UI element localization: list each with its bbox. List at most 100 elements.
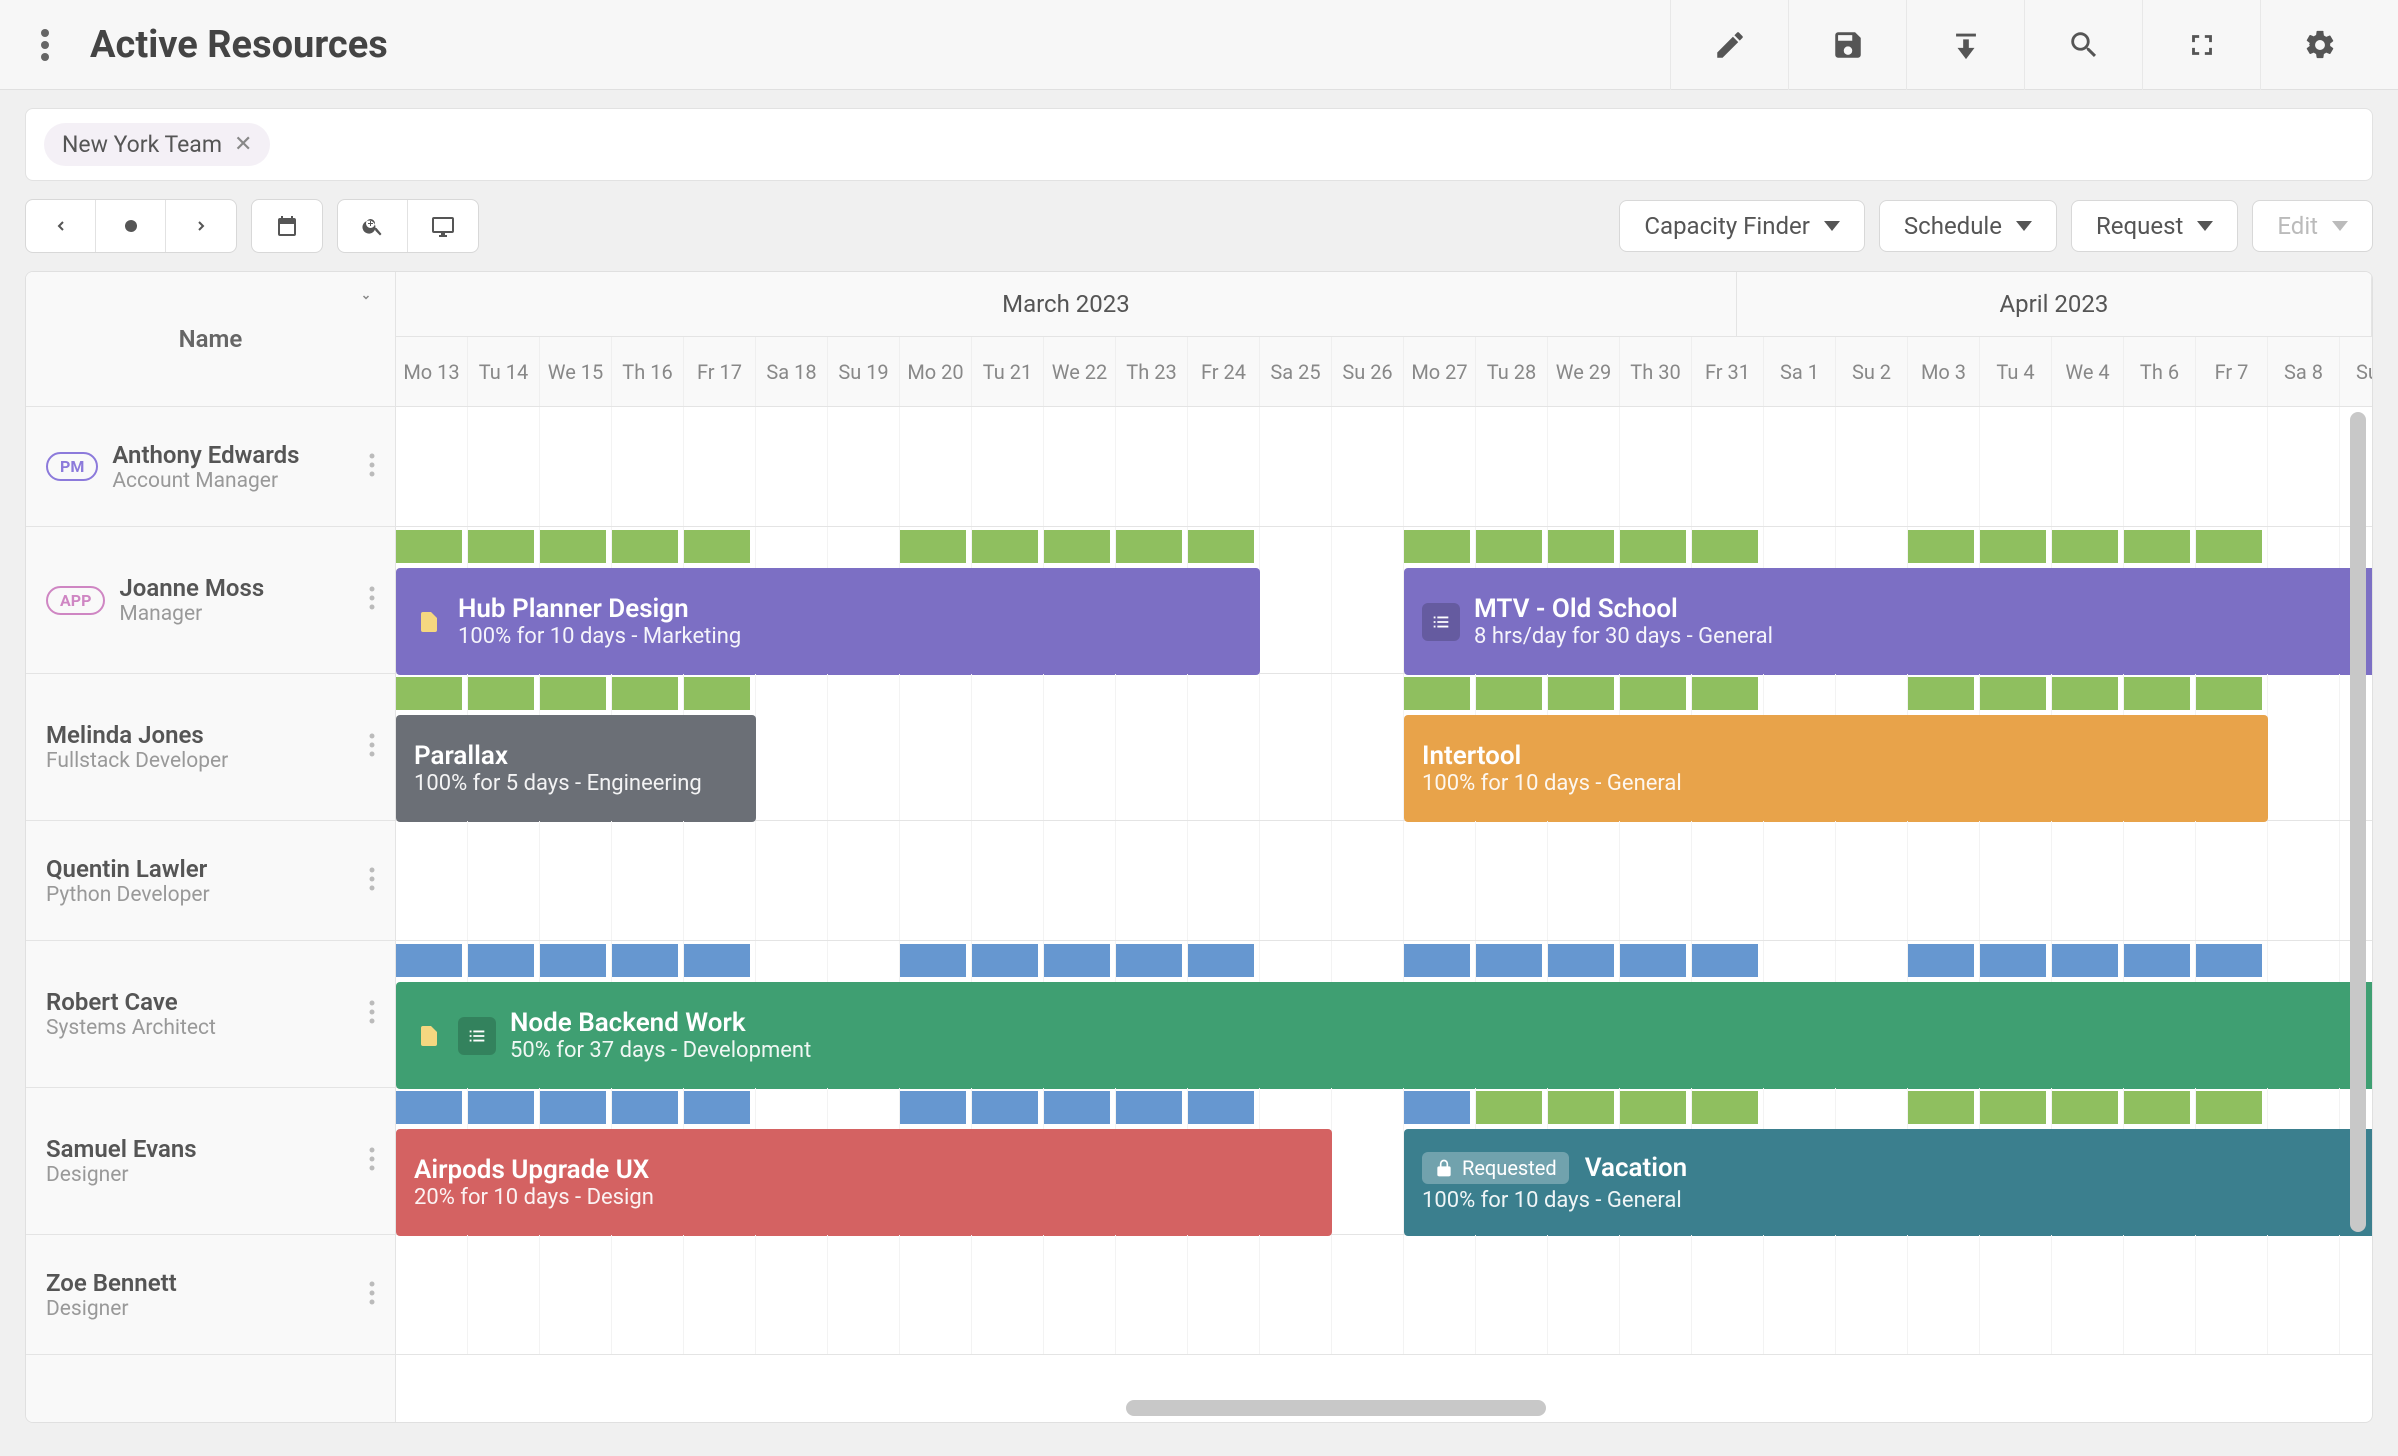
resource-row[interactable]: APPJoanne MossManager (26, 527, 395, 674)
today-button[interactable] (96, 200, 166, 252)
gear-icon[interactable] (2260, 0, 2378, 90)
booking-subtitle: 50% for 37 days - Development (510, 1038, 811, 1063)
resource-name: Quentin Lawler (46, 855, 355, 883)
timeline-row: Airpods Upgrade UX20% for 10 days - Desi… (396, 1088, 2372, 1235)
horizontal-scrollbar[interactable] (396, 1400, 2354, 1416)
day-header-cell: Su 2 (1836, 337, 1908, 406)
schedule-button[interactable]: Schedule (1879, 200, 2057, 252)
resource-row[interactable]: Samuel EvansDesigner (26, 1088, 395, 1235)
request-button[interactable]: Request (2071, 200, 2238, 252)
timeline-row (396, 407, 2372, 527)
availability-bar (1404, 1091, 1470, 1124)
day-header-cell: Su 19 (828, 337, 900, 406)
booking-block[interactable]: Node Backend Work50% for 37 days - Devel… (396, 982, 2372, 1089)
day-header-cell: Mo 3 (1908, 337, 1980, 406)
resource-row[interactable]: Quentin LawlerPython Developer (26, 821, 395, 941)
compose-icon[interactable] (1670, 0, 1788, 90)
row-menu-icon[interactable] (369, 867, 375, 895)
month-header-cell: April 2023 (1737, 272, 2372, 336)
row-menu-icon[interactable] (369, 733, 375, 761)
column-menu-icon[interactable] (357, 288, 375, 307)
booking-title: Vacation (1585, 1153, 1688, 1183)
availability-bar (1908, 944, 2262, 977)
timeline-row: Hub Planner Design100% for 10 days - Mar… (396, 527, 2372, 674)
resource-role: Designer (46, 1297, 355, 1321)
timeline-row (396, 1235, 2372, 1355)
capacity-finder-button[interactable]: Capacity Finder (1619, 200, 1865, 252)
booking-subtitle: 100% for 10 days - Marketing (458, 624, 741, 649)
booking-block[interactable]: Hub Planner Design100% for 10 days - Mar… (396, 568, 1260, 675)
booking-subtitle: 100% for 10 days - General (1422, 1188, 1687, 1213)
booking-block[interactable]: Requested Vacation 100% for 10 days - Gene… (1404, 1129, 2372, 1236)
resource-badge: PM (46, 452, 98, 481)
availability-bar (396, 944, 750, 977)
day-header-cell: Fr 17 (684, 337, 756, 406)
day-header-cell: Th 30 (1620, 337, 1692, 406)
row-menu-icon[interactable] (369, 1147, 375, 1175)
prev-button[interactable] (26, 200, 96, 252)
day-header-cell: Tu 21 (972, 337, 1044, 406)
resource-name: Joanne Moss (119, 574, 355, 602)
row-menu-icon[interactable] (369, 453, 375, 481)
booking-title: Node Backend Work (510, 1008, 811, 1038)
resource-row[interactable]: PMAnthony EdwardsAccount Manager (26, 407, 395, 527)
day-header-cell: Th 16 (612, 337, 684, 406)
availability-bar (396, 530, 750, 563)
fullscreen-icon[interactable] (2142, 0, 2260, 90)
save-icon[interactable] (1788, 0, 1906, 90)
vertical-scrollbar[interactable] (2350, 412, 2366, 1372)
resource-name: Samuel Evans (46, 1135, 355, 1163)
search-icon[interactable] (2024, 0, 2142, 90)
filter-chip[interactable]: New York Team ✕ (44, 123, 270, 166)
timeline-row: Parallax100% for 5 days - Engineering Int… (396, 674, 2372, 821)
resource-role: Systems Architect (46, 1016, 355, 1040)
download-icon[interactable] (1906, 0, 2024, 90)
availability-bar (396, 1091, 750, 1124)
availability-bar (900, 1091, 1254, 1124)
chevron-down-icon (2016, 221, 2032, 231)
booking-block[interactable]: Parallax100% for 5 days - Engineering (396, 715, 756, 822)
row-menu-icon[interactable] (369, 586, 375, 614)
display-icon[interactable] (408, 200, 478, 252)
chevron-down-icon (1824, 221, 1840, 231)
resource-badge: APP (46, 586, 105, 615)
requested-badge: Requested (1422, 1152, 1569, 1184)
calendar-icon[interactable] (252, 200, 322, 252)
booking-subtitle: 20% for 10 days - Design (414, 1185, 654, 1210)
booking-block[interactable]: Airpods Upgrade UX20% for 10 days - Desi… (396, 1129, 1332, 1236)
booking-block[interactable]: MTV - Old School8 hrs/day for 30 days - … (1404, 568, 2372, 675)
chevron-down-icon (2332, 221, 2348, 231)
resource-role: Python Developer (46, 883, 355, 907)
resource-row[interactable]: Zoe BennettDesigner (26, 1235, 395, 1355)
availability-bar (1908, 530, 2262, 563)
booking-block[interactable]: Intertool100% for 10 days - General (1404, 715, 2268, 822)
timeline-row: Node Backend Work50% for 37 days - Devel… (396, 941, 2372, 1088)
day-header-cell: Fr 31 (1692, 337, 1764, 406)
checklist-icon (1422, 603, 1460, 641)
next-button[interactable] (166, 200, 236, 252)
availability-bar (1404, 944, 1758, 977)
filter-bar: New York Team ✕ (25, 108, 2373, 181)
timeline-row (396, 821, 2372, 941)
day-header-cell: Su 9 (2340, 337, 2372, 406)
day-header-cell: Mo 27 (1404, 337, 1476, 406)
row-menu-icon[interactable] (369, 1000, 375, 1028)
day-header-cell: Sa 25 (1260, 337, 1332, 406)
column-header-name[interactable]: Name (179, 325, 243, 353)
booking-title: Parallax (414, 741, 702, 771)
zoom-icon[interactable] (338, 200, 408, 252)
chip-remove-icon[interactable]: ✕ (234, 132, 252, 157)
row-menu-icon[interactable] (369, 1281, 375, 1309)
resource-row[interactable]: Melinda JonesFullstack Developer (26, 674, 395, 821)
booking-subtitle: 100% for 10 days - General (1422, 771, 1682, 796)
resource-name: Robert Cave (46, 988, 355, 1016)
day-header-cell: We 4 (2052, 337, 2124, 406)
menu-icon[interactable] (20, 28, 70, 62)
day-header-cell: We 22 (1044, 337, 1116, 406)
booking-title: Intertool (1422, 741, 1682, 771)
note-icon (414, 607, 444, 637)
day-header-cell: We 15 (540, 337, 612, 406)
day-header-cell: Th 6 (2124, 337, 2196, 406)
resource-row[interactable]: Robert CaveSystems Architect (26, 941, 395, 1088)
chip-label: New York Team (62, 131, 222, 158)
